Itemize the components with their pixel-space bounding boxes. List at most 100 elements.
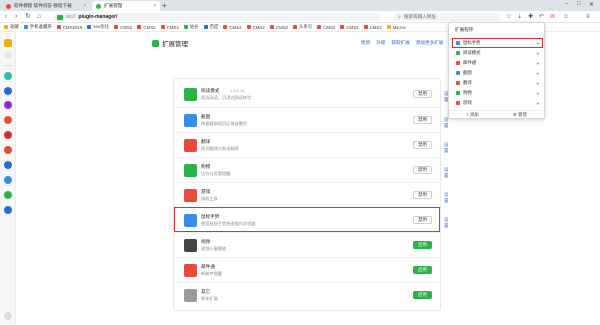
app-icon[interactable] xyxy=(4,146,12,154)
extension-settings-link[interactable]: 设置 xyxy=(444,192,448,204)
pin-icon[interactable]: ⌖ xyxy=(537,81,539,86)
popup-extension-item[interactable]: 翻译 ⌖ xyxy=(453,79,542,87)
bookmark-item[interactable]: CMS2 xyxy=(114,25,132,30)
extension-description: 使用鼠标手势快速操作浏览器 xyxy=(201,221,256,226)
extension-settings-link[interactable]: 设置 xyxy=(444,117,448,129)
close-icon[interactable]: × xyxy=(153,3,156,9)
search-box[interactable]: ⌕ 搜索或输入网址 xyxy=(394,13,500,21)
close-window-button[interactable]: ✕ xyxy=(589,1,594,8)
back-button[interactable]: ‹ xyxy=(5,13,7,21)
toggle-extension-button[interactable]: 启用 xyxy=(413,241,432,249)
pin-icon[interactable]: ⌖ xyxy=(537,91,539,96)
popup-title: 扩展程序 xyxy=(455,27,474,32)
pin-icon[interactable]: ⌖ xyxy=(537,71,539,76)
mail-icon[interactable]: ✉ xyxy=(550,13,555,21)
toggle-extension-button[interactable]: 禁用 xyxy=(413,141,432,149)
extension-name: 其它 xyxy=(201,289,211,294)
maximize-button[interactable]: □ xyxy=(577,1,581,7)
app-icon[interactable] xyxy=(4,206,12,214)
bookmark-item[interactable]: CMS2 xyxy=(317,25,335,30)
pin-icon[interactable]: ⌖ xyxy=(537,51,539,56)
bookmark-item[interactable]: CMS2 xyxy=(340,25,359,30)
extension-name: 视频 xyxy=(201,239,211,244)
download-icon[interactable]: ⇣ xyxy=(517,13,522,21)
close-icon[interactable]: × xyxy=(83,3,86,9)
address-bar[interactable]: se://plugin-manager/ xyxy=(54,13,380,21)
app-icon[interactable] xyxy=(4,191,12,199)
settings-icon[interactable] xyxy=(4,312,12,320)
toggle-extension-button[interactable]: 禁用 xyxy=(413,191,432,199)
bookmark-item[interactable]: 站长 xyxy=(183,24,199,30)
popup-extension-item[interactable]: 游戏 ⌖ xyxy=(453,99,542,107)
manage-extensions-button[interactable]: ⚙ 管理 xyxy=(513,112,527,118)
toggle-extension-button[interactable]: 禁用 xyxy=(413,166,432,174)
minimize-button[interactable]: – xyxy=(565,1,568,7)
extension-description: 网页翻译与划词翻译 xyxy=(201,146,239,151)
popup-extension-item[interactable]: 鼠标手势 ⌖ xyxy=(452,38,543,48)
toggle-extension-button[interactable]: 禁用 xyxy=(413,216,432,224)
bookmark-item[interactable]: CMS2 xyxy=(223,25,242,30)
bookmark-item[interactable]: CMS2 xyxy=(363,25,382,30)
extensions-popup: 扩展程序 鼠标手势 ⌖ 阅读模式 ⌖ 邮件通 ⌖ 截图 ⌖ 翻译 ⌖ 购物 ⌖ 游戏 ⌖ + 添加 ⚙ 管… xyxy=(448,22,545,119)
link-upgrade[interactable]: 升级 xyxy=(376,40,385,46)
bookmark-item[interactable]: Micros xyxy=(386,25,406,30)
forward-button[interactable]: › xyxy=(15,13,17,21)
popup-extension-item[interactable]: 邮件通 ⌖ xyxy=(453,59,542,67)
bookmark-item[interactable]: 手机收藏夹 xyxy=(23,24,52,30)
new-tab-button[interactable]: + xyxy=(162,1,167,10)
app-icon[interactable] xyxy=(4,72,12,80)
bookmark-item[interactable]: CMS2019 xyxy=(56,25,82,30)
app-icon[interactable] xyxy=(4,176,12,184)
undo-icon[interactable]: ↶ xyxy=(539,13,544,21)
favorites-icon[interactable] xyxy=(4,39,12,47)
popup-extension-item[interactable]: 阅读模式 ⌖ xyxy=(453,49,542,57)
bookmark-icon xyxy=(340,25,345,29)
bookmark-icon xyxy=(160,25,165,29)
extension-icon xyxy=(456,61,460,65)
toggle-extension-button[interactable]: 禁用 xyxy=(413,116,432,124)
app-icon[interactable] xyxy=(4,101,12,109)
add-extension-button[interactable]: + 添加 xyxy=(466,112,479,118)
extensions-icon[interactable]: ✚ xyxy=(528,13,533,21)
extension-icon xyxy=(456,41,460,45)
extension-description: 视频小窗播放 xyxy=(201,246,227,251)
bookmark-item[interactable]: seo优化 xyxy=(87,24,109,30)
extension-settings-link[interactable]: 设置 xyxy=(444,142,448,154)
bookmark-icon xyxy=(114,25,119,29)
bookmark-item[interactable]: 百度 xyxy=(203,24,218,30)
toggle-extension-button[interactable]: 启用 xyxy=(413,291,432,299)
bookmark-label: 收藏 xyxy=(10,24,19,29)
popup-extension-item[interactable]: 截图 ⌖ xyxy=(453,69,542,77)
pin-icon[interactable]: ⌖ xyxy=(537,41,539,46)
bookmark-item[interactable]: 收藏 xyxy=(4,24,19,30)
extension-row: 视频视频小窗播放 启用 xyxy=(174,232,440,257)
toggle-extension-button[interactable]: 启用 xyxy=(413,266,432,274)
link-get-extensions[interactable]: 获取扩展 xyxy=(391,40,409,46)
extension-version: 1.0.1.14 xyxy=(230,88,245,93)
popup-extension-item[interactable]: 购物 ⌖ xyxy=(453,89,542,97)
pin-icon[interactable]: ⌖ xyxy=(537,61,539,66)
extension-settings-link[interactable]: 设置 xyxy=(444,217,448,229)
toggle-extension-button[interactable]: 禁用 xyxy=(413,90,432,98)
bookmark-item[interactable]: 头条号 xyxy=(292,24,312,30)
app-icon[interactable] xyxy=(4,116,12,124)
bookmark-item[interactable]: CMS2 xyxy=(160,25,179,30)
app-icon[interactable] xyxy=(4,161,12,169)
bookmark-item[interactable]: CMS2 xyxy=(246,25,265,30)
bookmark-item[interactable]: CMS2 xyxy=(269,25,288,30)
add-icon[interactable] xyxy=(4,51,12,59)
tab-plugin-manager[interactable]: 扩展管理 × xyxy=(92,1,160,11)
pin-icon[interactable]: ⌖ xyxy=(537,101,539,106)
user-icon[interactable]: ☺ xyxy=(563,13,569,21)
star-icon[interactable]: ☆ xyxy=(506,13,511,21)
bookmark-item[interactable]: CMS2 xyxy=(137,25,156,30)
tab-software-tutorial[interactable]: 软件教程 软件问答 教程下载 × xyxy=(2,1,90,11)
reload-button[interactable]: ↻ xyxy=(25,13,31,21)
app-icon[interactable] xyxy=(4,87,12,95)
home-button[interactable]: ⌂ xyxy=(37,13,41,21)
menu-icon[interactable]: ≡ xyxy=(586,13,590,21)
link-add-more[interactable]: 添加更多扩展 xyxy=(416,40,444,46)
app-icon[interactable] xyxy=(4,131,12,139)
extension-settings-link[interactable]: 设置 xyxy=(444,167,448,179)
link-update[interactable]: 更新 xyxy=(361,40,370,46)
